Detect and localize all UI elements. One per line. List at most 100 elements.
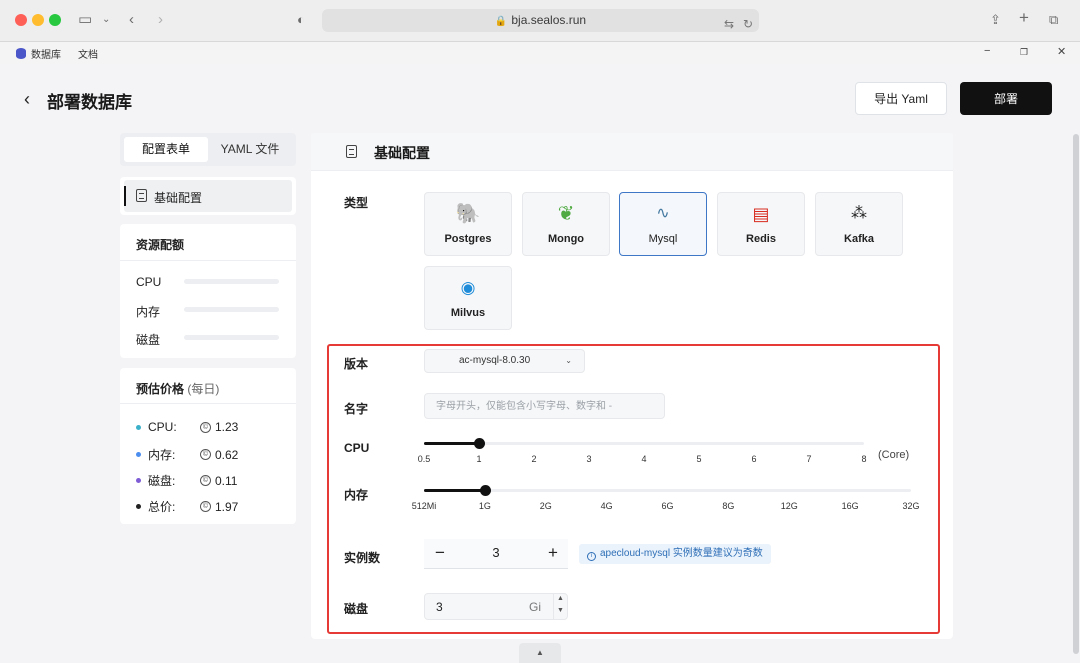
cpu-tick-label[interactable]: 6 [751, 454, 756, 464]
version-label: 版本 [344, 357, 369, 371]
memory-tick-label[interactable]: 4G [601, 501, 613, 511]
maximize-window-button[interactable] [49, 14, 61, 26]
share-icon[interactable]: ⇪ [990, 10, 1001, 30]
mysql-dolphin-icon: ∿ [656, 205, 670, 222]
cpu-slider[interactable] [424, 438, 864, 449]
memory-tick-label[interactable]: 512Mi [412, 501, 437, 511]
divider [120, 260, 296, 261]
coin-icon: © [200, 449, 211, 460]
forward-nav-icon[interactable]: › [158, 10, 163, 30]
back-nav-icon[interactable]: ‹ [129, 10, 134, 30]
replicas-label: 实例数 [344, 551, 381, 565]
tab-config-form[interactable]: 配置表单 [124, 137, 208, 162]
cpu-tick-label[interactable]: 4 [641, 454, 646, 464]
minimize-icon[interactable]: − [984, 45, 990, 57]
db-type-milvus[interactable]: ◉ Milvus [424, 266, 512, 330]
export-yaml-button[interactable]: 导出 Yaml [855, 82, 947, 115]
decrement-button[interactable]: − [430, 542, 450, 564]
replicas-value[interactable]: 3 [474, 545, 518, 560]
cpu-unit: (Core) [878, 449, 910, 461]
chevron-down-icon[interactable]: ▼ [557, 607, 564, 614]
cpu-slider-thumb[interactable] [474, 438, 485, 449]
memory-slider[interactable] [424, 485, 911, 496]
minimize-window-button[interactable] [32, 14, 44, 26]
version-select[interactable]: ac-mysql-8.0.30 ⌄ [424, 349, 585, 373]
memory-tick-label[interactable]: 12G [781, 501, 798, 511]
db-type-mongo[interactable]: ❦ Mongo [522, 192, 610, 256]
new-tab-icon[interactable]: + [1019, 8, 1029, 28]
scrollbar[interactable] [1073, 134, 1079, 654]
privacy-shield-icon[interactable]: ◐ [297, 10, 305, 30]
milvus-eye-icon: ◉ [460, 278, 476, 297]
price-label: 磁盘: [148, 474, 176, 488]
memory-tick-label[interactable]: 1G [479, 501, 491, 511]
db-type-name: Mongo [547, 233, 585, 245]
replicas-stepper: − 3 + [424, 539, 568, 569]
coin-icon: © [200, 501, 211, 512]
document-icon [346, 145, 357, 158]
price-title: 预估价格 (每日) [136, 380, 219, 397]
lock-icon: 🔒 [494, 16, 508, 27]
sidebar-toggle-icon[interactable]: ▭ [78, 10, 92, 30]
tab-yaml-file[interactable]: YAML 文件 [208, 137, 292, 162]
cpu-tick-label[interactable]: 7 [806, 454, 811, 464]
panel-title: 基础配置 [374, 145, 430, 161]
tab-docs-label: 文档 [78, 50, 98, 61]
db-type-redis[interactable]: ▤ Redis [717, 192, 805, 256]
chevron-up-icon[interactable]: ▲ [557, 595, 564, 602]
price-title-text: 预估价格 [136, 382, 185, 396]
tab-database[interactable]: 数据库 [16, 46, 61, 61]
disk-input[interactable]: 3 Gi ▲ ▼ [424, 593, 568, 620]
close-icon[interactable]: ✕ [1057, 45, 1066, 58]
disk-unit: Gi [529, 600, 541, 614]
app-body: ‹ 部署数据库 导出 Yaml 部署 配置表单 YAML 文件 基础配置 资源配… [0, 64, 1080, 663]
memory-tick-label[interactable]: 32G [902, 501, 919, 511]
price-value: 1.97 [215, 499, 239, 514]
deploy-button[interactable]: 部署 [960, 82, 1052, 115]
cpu-tick-label[interactable]: 5 [696, 454, 701, 464]
memory-slider-thumb[interactable] [479, 485, 491, 496]
db-type-kafka[interactable]: ⁂ Kafka [815, 192, 903, 256]
tab-database-label: 数据库 [31, 50, 61, 61]
tab-overview-icon[interactable]: ⧉ [1049, 10, 1058, 30]
resource-quota-card: 资源配额 CPU 内存 磁盘 [120, 224, 296, 358]
database-icon [16, 48, 26, 59]
coin-icon: © [200, 421, 211, 433]
restore-icon[interactable]: ❐ [1020, 47, 1028, 58]
cpu-tick-label[interactable]: 8 [861, 454, 866, 464]
name-label: 名字 [344, 402, 369, 416]
tab-docs[interactable]: 文档 [78, 46, 98, 61]
cpu-tick-label[interactable]: 3 [586, 454, 591, 464]
translate-icon[interactable]: ⇆ [724, 13, 734, 36]
cpu-tick-label[interactable]: 0.5 [418, 454, 431, 464]
db-type-postgres[interactable]: 🐘 Postgres [424, 192, 512, 256]
memory-tick-label[interactable]: 2G [540, 501, 552, 511]
chevron-down-icon: ⌄ [565, 356, 572, 365]
memory-tick-label[interactable]: 16G [842, 501, 859, 511]
db-type-mysql[interactable]: ∿ Mysql [619, 192, 707, 256]
cpu-tick-label[interactable]: 1 [476, 454, 481, 464]
scroll-up-tab[interactable]: ▲ [519, 643, 561, 663]
memory-tick-label[interactable]: 8G [722, 501, 734, 511]
disk-spinner[interactable]: ▲ ▼ [553, 594, 568, 619]
nav-item-basic-config[interactable]: 基础配置 [124, 180, 292, 212]
price-row-memory: 内存: © 0.62 [136, 446, 238, 463]
url-text: bja.sealos.run [511, 13, 587, 27]
legend-dot [136, 424, 141, 430]
db-type-name: Mysql [648, 233, 678, 245]
disk-label: 磁盘 [344, 602, 369, 616]
legend-dot [136, 478, 141, 483]
name-input[interactable] [424, 393, 665, 419]
back-arrow-icon[interactable]: ‹ [24, 89, 30, 110]
memory-tick-label[interactable]: 6G [661, 501, 673, 511]
address-bar[interactable]: 🔒 bja.sealos.run ⇆ ↻ [322, 9, 759, 32]
increment-button[interactable]: + [543, 542, 563, 564]
chevron-down-icon[interactable]: ⌄ [102, 10, 110, 30]
price-label: 内存: [148, 448, 176, 462]
cpu-slider-fill [424, 442, 479, 445]
reload-icon[interactable]: ↻ [743, 13, 753, 36]
cpu-tick-label[interactable]: 2 [531, 454, 536, 464]
price-value: 1.23 [215, 420, 239, 434]
price-row-cpu: CPU: © 1.23 [136, 420, 238, 434]
close-window-button[interactable] [15, 14, 27, 26]
